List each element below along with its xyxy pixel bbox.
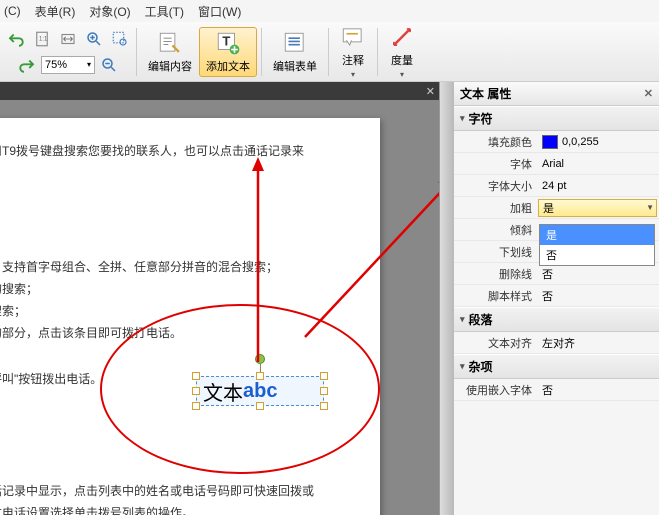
- rotate-handle[interactable]: [255, 354, 265, 364]
- tab-bar: ✕: [0, 82, 439, 100]
- scrollbar[interactable]: [439, 82, 453, 515]
- doc-text: 的部分，点击该条目即可拨打电话。: [0, 324, 370, 342]
- zoom-out-icon[interactable]: [97, 53, 121, 77]
- marquee-zoom-icon[interactable]: [108, 27, 132, 51]
- doc-text: ，支持首字母组合、全拼、任意部分拼音的混合搜索；: [0, 258, 370, 276]
- resize-handle[interactable]: [192, 387, 200, 395]
- edit-content-button[interactable]: 编辑内容: [141, 27, 199, 77]
- prop-label: 字体: [454, 156, 538, 172]
- text-content: abc: [243, 380, 277, 403]
- measure-button[interactable]: 度量 ▾: [382, 21, 422, 82]
- dropdown-option[interactable]: 是: [540, 225, 654, 245]
- zoom-in-icon[interactable]: [82, 27, 106, 51]
- prop-label: 文本对齐: [454, 335, 538, 351]
- fill-color-value[interactable]: 0,0,255: [538, 135, 659, 149]
- resize-handle[interactable]: [256, 372, 264, 380]
- svg-text:T: T: [222, 33, 230, 48]
- prop-label: 字体大小: [454, 178, 538, 194]
- resize-handle[interactable]: [192, 372, 200, 380]
- text-object[interactable]: 文本abc: [196, 376, 324, 406]
- prop-label: 倾斜: [454, 222, 538, 238]
- prop-label: 脚本样式: [454, 288, 538, 304]
- dropdown-option[interactable]: 否: [540, 245, 654, 265]
- menu-c[interactable]: (C): [4, 4, 21, 18]
- prop-label: 填充颜色: [454, 134, 538, 150]
- panel-title: 文本 属性: [460, 85, 511, 102]
- bold-dropdown[interactable]: 是▼: [538, 199, 657, 217]
- section-misc[interactable]: 杂项: [454, 354, 659, 379]
- resize-handle[interactable]: [320, 402, 328, 410]
- menu-table[interactable]: 表单(R): [35, 3, 76, 20]
- resize-handle[interactable]: [192, 402, 200, 410]
- prop-label: 删除线: [454, 266, 538, 282]
- doc-text: 话记录中显示，点击列表中的姓名或电话号码即可快速回拨或: [0, 482, 370, 500]
- embed-value[interactable]: 否: [538, 382, 659, 398]
- prop-label: 使用嵌入字体: [454, 382, 538, 398]
- resize-handle[interactable]: [320, 387, 328, 395]
- prop-label: 下划线: [454, 244, 538, 260]
- font-value[interactable]: Arial: [538, 158, 659, 170]
- menu-object[interactable]: 对象(O): [89, 3, 130, 20]
- color-swatch[interactable]: [542, 135, 558, 149]
- fit-width-icon[interactable]: [56, 27, 80, 51]
- add-text-button[interactable]: T 添加文本: [199, 27, 257, 77]
- document-area[interactable]: ✕ 用T9拨号键盘搜索您要找的联系人，也可以点击通话记录来 ，支持首字母组合、全…: [0, 82, 439, 515]
- redo-icon[interactable]: [15, 53, 39, 77]
- page: 用T9拨号键盘搜索您要找的联系人，也可以点击通话记录来 ，支持首字母组合、全拼、…: [0, 118, 380, 515]
- doc-text: 的搜索；: [0, 280, 370, 298]
- section-para[interactable]: 段落: [454, 307, 659, 332]
- strike-value[interactable]: 否: [538, 266, 659, 282]
- doc-text: 用T9拨号键盘搜索您要找的联系人，也可以点击通话记录来: [0, 142, 370, 160]
- script-value[interactable]: 否: [538, 288, 659, 304]
- fit-page-icon[interactable]: 1:1: [30, 27, 54, 51]
- size-value[interactable]: 24 pt: [538, 180, 659, 192]
- svg-text:1:1: 1:1: [39, 36, 48, 42]
- close-panel-icon[interactable]: ✕: [644, 87, 653, 100]
- edit-form-button[interactable]: 编辑表单: [266, 27, 324, 77]
- doc-text: 搜索；: [0, 302, 370, 320]
- properties-panel: 文本 属性 ✕ 字符 填充颜色 0,0,255 字体 Arial 字体大小 24…: [453, 82, 659, 515]
- undo-icon[interactable]: [4, 27, 28, 51]
- close-tab-icon[interactable]: ✕: [426, 85, 435, 98]
- resize-handle[interactable]: [256, 402, 264, 410]
- doc-text: ": [0, 406, 370, 424]
- menu-window[interactable]: 窗口(W): [198, 3, 241, 20]
- doc-text: 过电话设置选择单击拨号列表的操作。: [0, 504, 370, 515]
- text-content: 文本: [203, 377, 243, 406]
- menu-tool[interactable]: 工具(T): [145, 3, 184, 20]
- bold-dropdown-list[interactable]: 是 否: [539, 224, 655, 266]
- zoom-input[interactable]: 75%▾: [41, 56, 95, 74]
- annotate-button[interactable]: 注释 ▾: [333, 21, 373, 82]
- align-value[interactable]: 左对齐: [538, 335, 659, 351]
- resize-handle[interactable]: [320, 372, 328, 380]
- prop-label: 加粗: [454, 200, 538, 216]
- section-char[interactable]: 字符: [454, 106, 659, 131]
